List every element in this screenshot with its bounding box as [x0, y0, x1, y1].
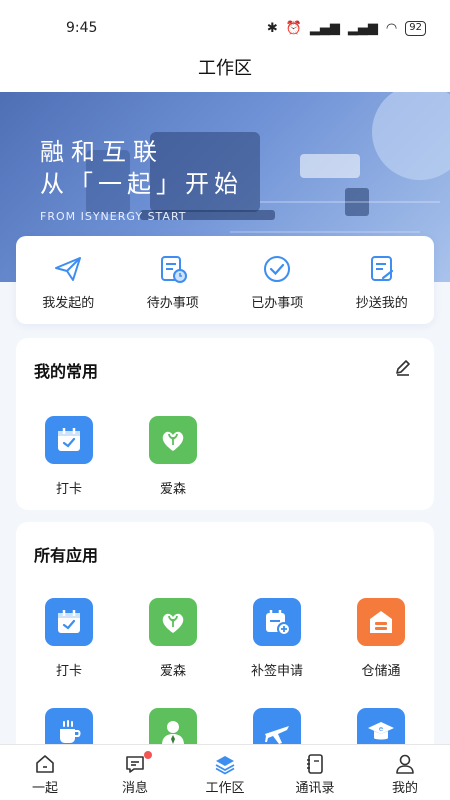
- tab-workspace[interactable]: 工作区: [180, 745, 270, 800]
- status-icons: ✱ ⏰ ▂▄▆ ▂▄▆ ◠ 92: [266, 20, 426, 36]
- app-tile: [149, 416, 197, 464]
- tab-label: 工作区: [205, 781, 245, 796]
- quick-item-initiated[interactable]: 我发起的: [16, 236, 121, 324]
- app-tile: [357, 598, 405, 646]
- contacts-icon: [307, 754, 323, 774]
- airplane-icon: [265, 726, 289, 744]
- quick-item-cc[interactable]: 抄送我的: [330, 236, 435, 324]
- unread-badge: [144, 751, 152, 759]
- app-label: 打卡: [55, 482, 82, 497]
- section-title: 所有应用: [34, 546, 99, 565]
- layers-icon: [215, 756, 235, 775]
- coffee-cup-icon: [60, 720, 81, 743]
- quick-actions-card: 我发起的 待办事项 已办事项 抄送我的: [16, 236, 434, 324]
- cc-doc-icon: [370, 256, 393, 281]
- tab-label: 通讯录: [295, 781, 335, 796]
- edit-icon[interactable]: [394, 358, 412, 376]
- message-icon: [126, 756, 144, 773]
- app-aisen[interactable]: 爱森: [123, 598, 223, 679]
- tab-contacts[interactable]: 通讯录: [270, 745, 360, 800]
- app-label: 爱森: [159, 664, 186, 679]
- app-tile: [45, 416, 93, 464]
- person-icon: [162, 721, 184, 745]
- calendar-plus-icon: [266, 610, 291, 636]
- banner-subtitle: FROM ISYNERGY START: [40, 210, 187, 223]
- heart-leaf-icon: [162, 613, 184, 633]
- app-makeup-request[interactable]: 补签申请: [227, 598, 327, 679]
- alarm-icon: ⏰: [285, 20, 302, 36]
- bluetooth-icon: ✱: [266, 20, 278, 36]
- wifi-icon: ◠: [385, 20, 398, 36]
- calendar-check-icon: [58, 610, 80, 633]
- tab-label: 消息: [121, 781, 148, 796]
- common-apps-card: 我的常用 打卡 爱森: [16, 338, 434, 510]
- svg-text:e: e: [379, 725, 383, 733]
- quick-item-label: 我发起的: [42, 296, 95, 311]
- app-punch-card[interactable]: 打卡: [19, 598, 119, 679]
- tab-label: 我的: [391, 781, 418, 796]
- quick-item-label: 抄送我的: [355, 296, 408, 311]
- quick-item-done[interactable]: 已办事项: [225, 236, 330, 324]
- battery-indicator: 92: [405, 20, 426, 36]
- app-tile: [149, 598, 197, 646]
- heart-leaf-icon: [162, 431, 184, 451]
- status-time: 9:45: [66, 20, 98, 36]
- app-label: 爱森: [159, 482, 186, 497]
- banner-headline-2: 从「一起」开始: [40, 170, 243, 198]
- quick-item-label: 待办事项: [146, 296, 199, 311]
- paper-plane-icon: [55, 257, 82, 281]
- app-label: 打卡: [55, 664, 82, 679]
- tab-me[interactable]: 我的: [360, 745, 450, 800]
- app-aisen[interactable]: 爱森: [123, 416, 223, 497]
- todo-list-icon: [160, 256, 187, 283]
- tab-together[interactable]: 一起: [0, 745, 90, 800]
- app-label: 补签申请: [250, 664, 303, 679]
- app-tile: [253, 598, 301, 646]
- quick-item-label: 已办事项: [251, 296, 304, 311]
- warehouse-icon: [370, 611, 392, 633]
- tab-messages[interactable]: 消息: [90, 745, 180, 800]
- section-title: 我的常用: [34, 362, 99, 381]
- quick-item-todo[interactable]: 待办事项: [121, 236, 226, 324]
- tab-label: 一起: [31, 781, 58, 796]
- app-tile: [45, 598, 93, 646]
- signal-icon: ▂▄▆: [309, 20, 340, 36]
- home-icon: [36, 755, 54, 773]
- app-warehouse[interactable]: 仓储通: [331, 598, 431, 679]
- all-apps-card: 所有应用 打卡 爱森 补签申请 仓储通 e: [16, 522, 434, 762]
- app-punch-card[interactable]: 打卡: [19, 416, 119, 497]
- bottom-tab-bar: 一起 消息 工作区 通讯录 我的: [0, 744, 450, 800]
- calendar-check-icon: [58, 428, 80, 451]
- app-label: 仓储通: [361, 664, 401, 679]
- graduation-icon: e: [368, 722, 394, 740]
- page-title: 工作区: [0, 46, 450, 92]
- banner-headline-1: 融和互联: [40, 138, 164, 166]
- signal-icon-2: ▂▄▆: [347, 20, 378, 36]
- user-icon: [396, 754, 414, 774]
- check-circle-icon: [264, 256, 291, 282]
